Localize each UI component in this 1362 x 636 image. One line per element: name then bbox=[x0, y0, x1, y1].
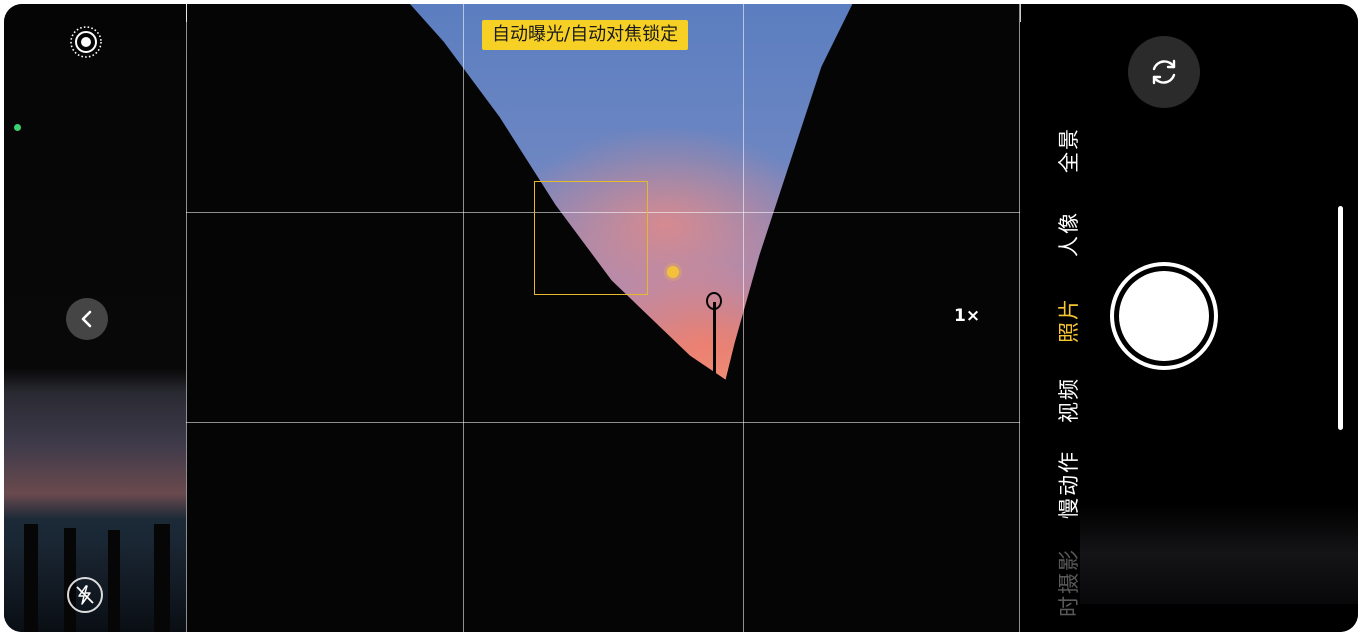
streetlamp-head bbox=[706, 292, 722, 310]
live-photo-icon[interactable] bbox=[68, 24, 104, 60]
mode-portrait[interactable]: 人像 bbox=[1053, 211, 1083, 257]
bridge-pillar bbox=[154, 524, 170, 632]
bridge-pillar bbox=[24, 524, 38, 632]
back-button[interactable] bbox=[66, 298, 108, 340]
grid-line bbox=[743, 4, 744, 632]
grid-line bbox=[1019, 4, 1020, 632]
zoom-button[interactable]: 1× bbox=[954, 306, 980, 326]
flash-off-icon bbox=[76, 585, 94, 605]
streetlamp bbox=[713, 302, 716, 432]
grid-line bbox=[186, 4, 187, 632]
chevron-left-icon bbox=[81, 310, 92, 328]
mode-slow-motion[interactable]: 慢动作 bbox=[1053, 450, 1083, 519]
switch-camera-button[interactable] bbox=[1128, 36, 1200, 108]
mode-panorama[interactable]: 全景 bbox=[1053, 127, 1083, 173]
grid-line bbox=[463, 4, 464, 632]
frame-corner bbox=[1010, 4, 1021, 22]
frame-corner bbox=[186, 4, 197, 22]
ae-af-lock-badge: 自动曝光/自动对焦锁定 bbox=[482, 20, 689, 50]
mode-photo[interactable]: 照片 bbox=[1053, 297, 1083, 343]
grid-line bbox=[186, 422, 1020, 423]
camera-switch-icon bbox=[1152, 59, 1176, 85]
shutter-button[interactable] bbox=[1110, 262, 1218, 370]
bridge-pillar bbox=[108, 530, 120, 632]
focus-box[interactable] bbox=[534, 181, 648, 295]
mode-video[interactable]: 视频 bbox=[1053, 377, 1083, 423]
camera-screen: 自动曝光/自动对焦锁定 1× 全景 人像 照片 视频 慢动作 时摄影 bbox=[4, 4, 1358, 632]
exposure-sun-icon[interactable] bbox=[667, 266, 679, 278]
mode-timelapse[interactable]: 时摄影 bbox=[1053, 548, 1083, 617]
flash-button[interactable] bbox=[67, 577, 103, 613]
camera-in-use-indicator bbox=[14, 124, 21, 131]
shutter-inner bbox=[1119, 271, 1209, 361]
mode-scroll-indicator[interactable] bbox=[1338, 206, 1343, 430]
controls-panel-preview bbox=[1080, 504, 1358, 604]
